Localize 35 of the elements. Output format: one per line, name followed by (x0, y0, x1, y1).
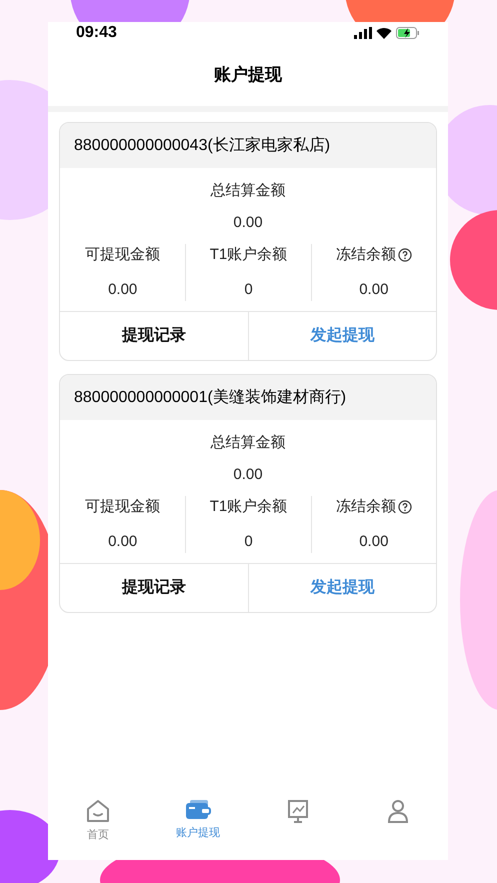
page-title: 账户提现 (214, 64, 282, 86)
help-icon[interactable] (398, 500, 412, 514)
wallet-icon (184, 798, 212, 822)
stat-label: 可提现金额 (85, 497, 160, 517)
stat-value: 0.00 (108, 280, 138, 300)
stat-value: 0.00 (359, 280, 388, 300)
home-icon (85, 798, 111, 824)
stat-value: 0 (244, 532, 253, 552)
total-amount: 0.00 (233, 212, 263, 232)
status-time: 09:43 (76, 23, 117, 43)
chart-icon (285, 798, 311, 824)
start-withdrawal-button[interactable]: 发起提现 (248, 312, 436, 360)
total-amount: 0.00 (233, 464, 263, 484)
withdrawal-records-button[interactable]: 提现记录 (60, 564, 248, 612)
tab-bar-item[interactable]: 首页 (48, 798, 148, 860)
stat-value: 0 (244, 280, 253, 300)
battery-icon (396, 27, 420, 39)
wifi-icon (376, 27, 392, 39)
withdrawal-records-button[interactable]: 提现记录 (60, 312, 248, 360)
stat-value: 0.00 (108, 532, 138, 552)
stat-value: 0.00 (359, 532, 388, 552)
account-name: 880000000000001(美缝装饰建材商行) (74, 388, 346, 408)
start-withdrawal-button[interactable]: 发起提现 (248, 564, 436, 612)
stat-label: 可提现金额 (85, 245, 160, 265)
signal-icon (354, 27, 372, 39)
account-name: 880000000000043(长江家电家私店) (74, 136, 330, 156)
stat-label: 冻结余额 (336, 245, 396, 265)
stat-label: T1账户余额 (210, 497, 288, 517)
stat-label: T1账户余额 (210, 245, 288, 265)
total-label: 总结算金额 (210, 181, 286, 201)
user-icon (385, 798, 411, 824)
help-icon[interactable] (398, 248, 412, 262)
tab-bar-item[interactable]: 账户提现 (148, 798, 248, 860)
total-label: 总结算金额 (210, 433, 286, 453)
stat-label: 冻结余额 (336, 497, 396, 517)
